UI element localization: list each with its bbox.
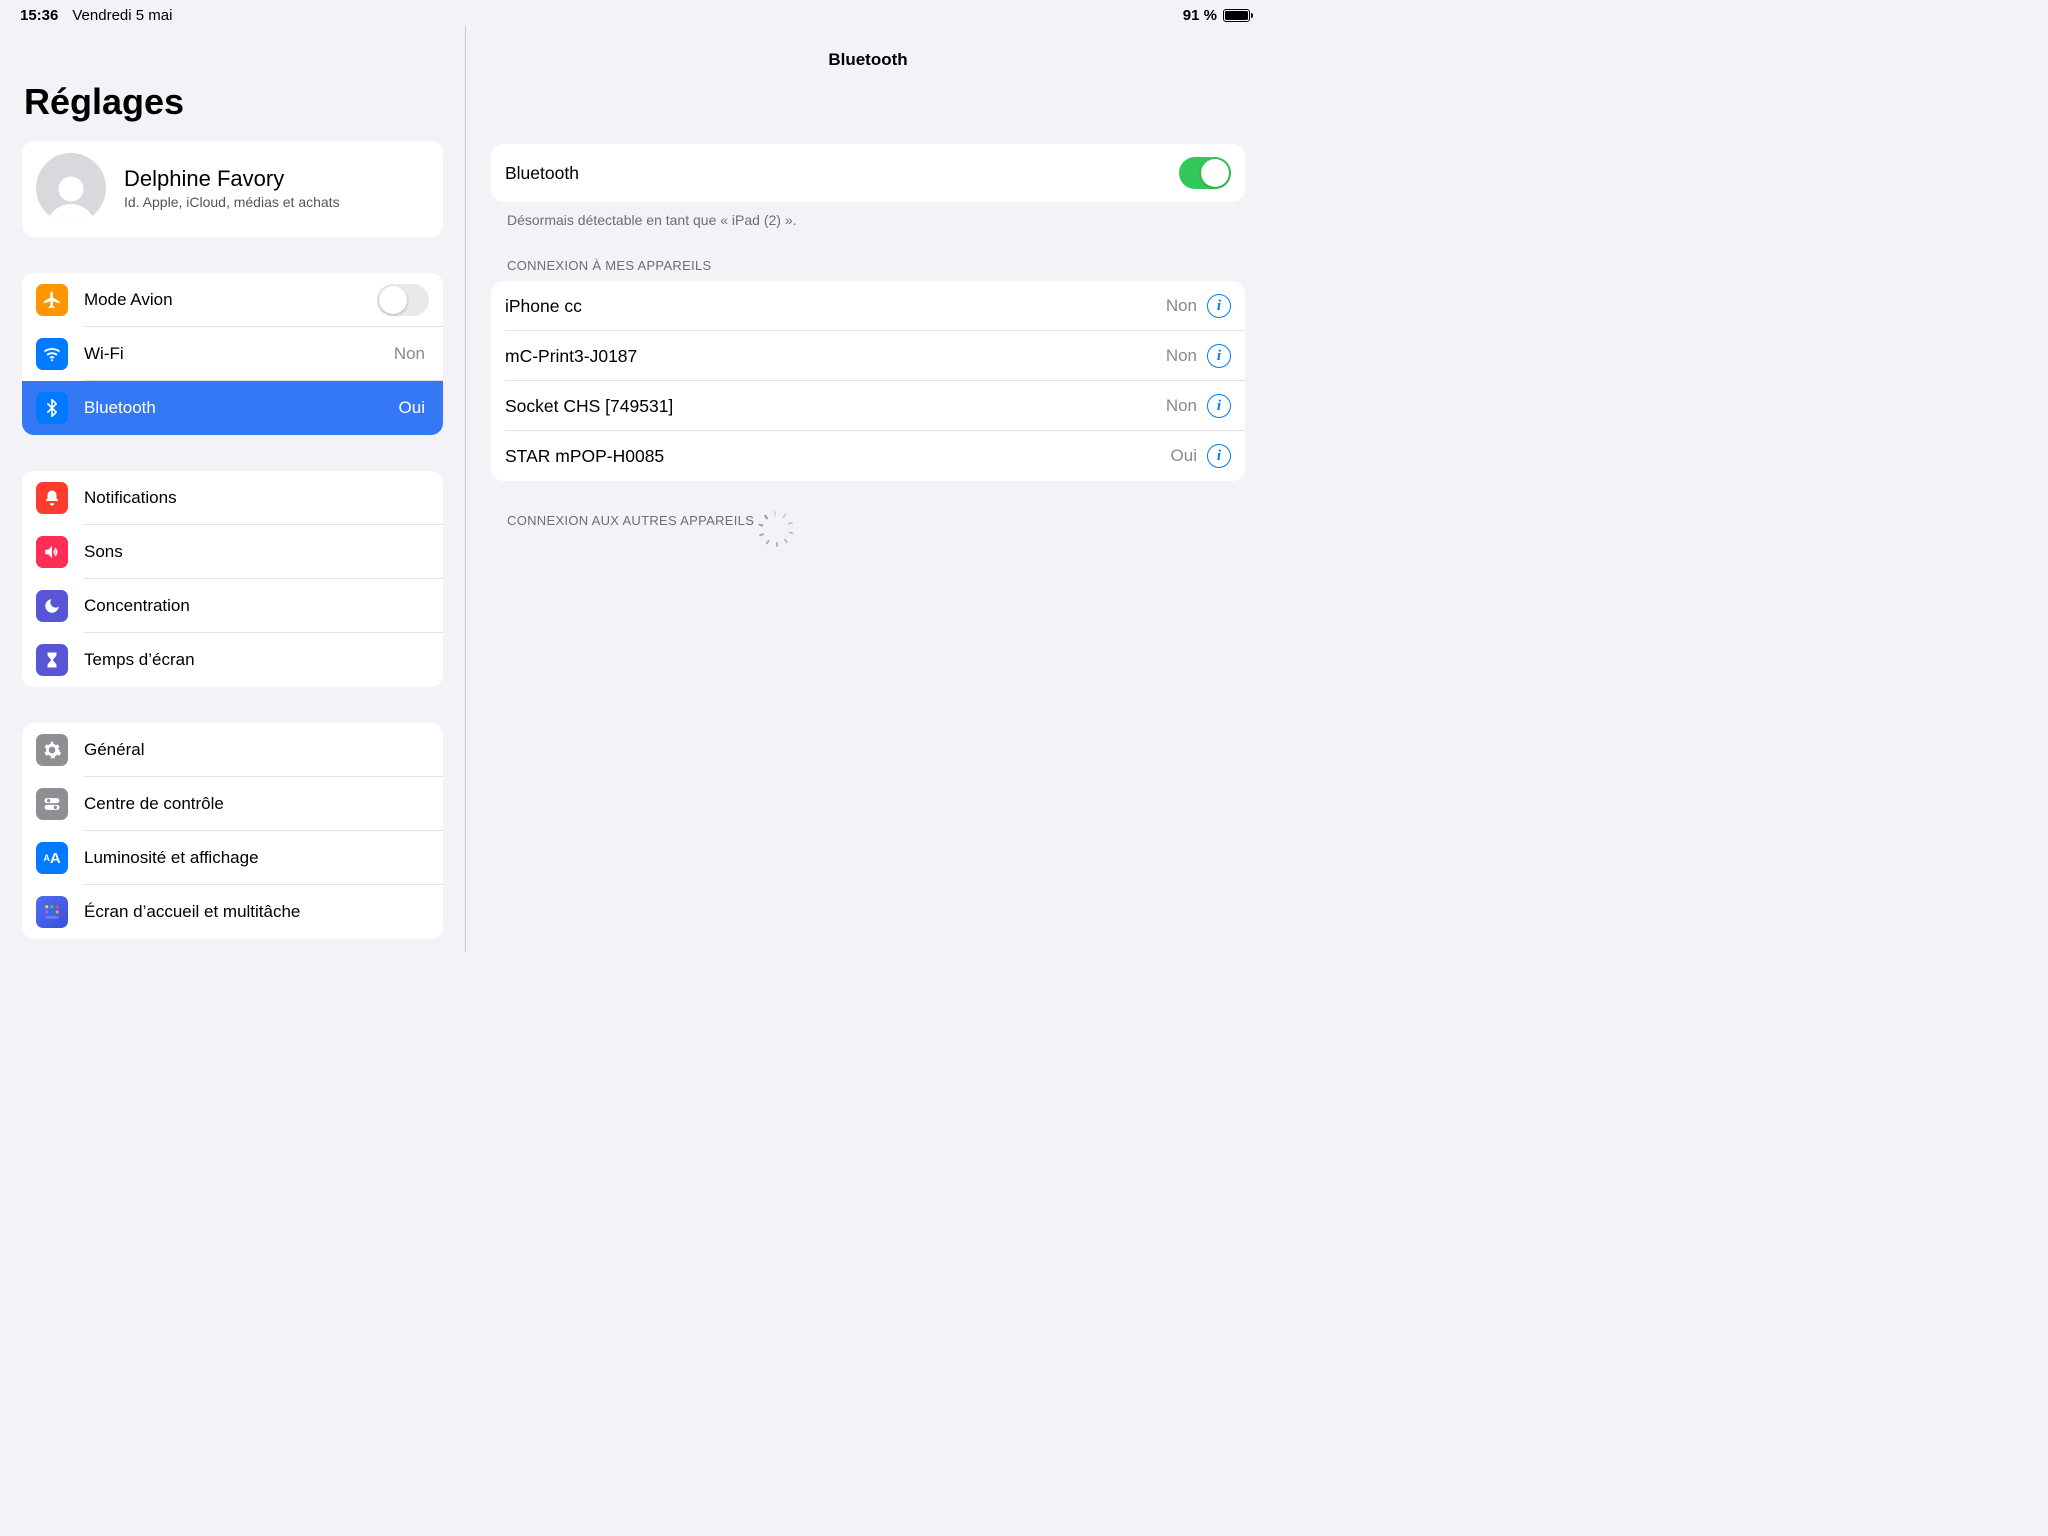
screentime-label: Temps d’écran <box>84 650 429 670</box>
info-icon[interactable]: i <box>1207 294 1231 318</box>
text-size-icon: AA <box>36 842 68 874</box>
hourglass-icon <box>36 644 68 676</box>
wifi-icon <box>36 338 68 370</box>
home-screen-icon <box>36 896 68 928</box>
speaker-icon <box>36 536 68 568</box>
spinner-icon <box>766 511 784 529</box>
sidebar-item-focus[interactable]: Concentration <box>22 579 443 633</box>
info-icon[interactable]: i <box>1207 344 1231 368</box>
sidebar-item-control-center[interactable]: Centre de contrôle <box>22 777 443 831</box>
airplane-icon <box>36 284 68 316</box>
status-bar: 15:36 Vendredi 5 mai 91 % <box>0 0 1270 26</box>
home-label: Écran d’accueil et multitâche <box>84 902 429 922</box>
airplane-label: Mode Avion <box>84 290 377 310</box>
sidebar-item-general[interactable]: Général <box>22 723 443 777</box>
profile-sub: Id. Apple, iCloud, médias et achats <box>124 194 340 210</box>
general-group: Général Centre de contrôle AA Luminosité… <box>22 723 443 939</box>
info-icon[interactable]: i <box>1207 444 1231 468</box>
device-name: iPhone cc <box>505 296 1166 317</box>
alerts-group: Notifications Sons Concentration <box>22 471 443 687</box>
device-status: Oui <box>1171 446 1197 466</box>
discoverable-note: Désormais détectable en tant que « iPad … <box>491 202 1245 228</box>
bluetooth-icon <box>36 392 68 424</box>
bluetooth-switch[interactable] <box>1179 157 1231 189</box>
sidebar-item-airplane[interactable]: Mode Avion <box>22 273 443 327</box>
detail-pane: Bluetooth Bluetooth Désormais détectable… <box>466 26 1270 952</box>
other-devices-header: CONNEXION AUX AUTRES APPAREILS <box>491 511 1245 537</box>
control-label: Centre de contrôle <box>84 794 429 814</box>
settings-sidebar: Réglages Delphine Favory Id. Apple, iClo… <box>0 26 466 952</box>
my-devices-list: iPhone cc Non i mC-Print3-J0187 Non i So… <box>491 281 1245 481</box>
status-date: Vendredi 5 mai <box>72 7 172 24</box>
device-name: Socket CHS [749531] <box>505 396 1166 417</box>
detail-title: Bluetooth <box>491 50 1245 70</box>
profile-card[interactable]: Delphine Favory Id. Apple, iCloud, média… <box>22 141 443 237</box>
other-devices-label: CONNEXION AUX AUTRES APPAREILS <box>507 513 754 528</box>
my-devices-header: CONNEXION À MES APPAREILS <box>491 258 1245 281</box>
sidebar-item-screentime[interactable]: Temps d’écran <box>22 633 443 687</box>
device-name: STAR mPOP-H0085 <box>505 446 1171 467</box>
wifi-label: Wi-Fi <box>84 344 394 364</box>
bell-icon <box>36 482 68 514</box>
device-row[interactable]: mC-Print3-J0187 Non i <box>491 331 1245 381</box>
sidebar-item-wifi[interactable]: Wi-Fi Non <box>22 327 443 381</box>
device-status: Non <box>1166 296 1197 316</box>
device-row[interactable]: STAR mPOP-H0085 Oui i <box>491 431 1245 481</box>
bt-toggle-label: Bluetooth <box>505 163 1179 184</box>
battery-icon <box>1223 9 1250 22</box>
bt-value: Oui <box>399 398 425 418</box>
sidebar-item-home[interactable]: Écran d’accueil et multitâche <box>22 885 443 939</box>
settings-title: Réglages <box>24 81 443 123</box>
battery-percent: 91 % <box>1183 7 1217 24</box>
bt-toggle-card: Bluetooth <box>491 144 1245 202</box>
sidebar-item-bluetooth[interactable]: Bluetooth Oui <box>22 381 443 435</box>
sidebar-item-notifications[interactable]: Notifications <box>22 471 443 525</box>
device-status: Non <box>1166 346 1197 366</box>
device-status: Non <box>1166 396 1197 416</box>
sidebar-item-sounds[interactable]: Sons <box>22 525 443 579</box>
device-row[interactable]: Socket CHS [749531] Non i <box>491 381 1245 431</box>
bt-label: Bluetooth <box>84 398 399 418</box>
moon-icon <box>36 590 68 622</box>
avatar-icon <box>36 153 106 223</box>
notif-label: Notifications <box>84 488 429 508</box>
wifi-value: Non <box>394 344 425 364</box>
sounds-label: Sons <box>84 542 429 562</box>
sidebar-item-display[interactable]: AA Luminosité et affichage <box>22 831 443 885</box>
focus-label: Concentration <box>84 596 429 616</box>
toggles-icon <box>36 788 68 820</box>
display-label: Luminosité et affichage <box>84 848 429 868</box>
profile-name: Delphine Favory <box>124 166 340 192</box>
device-row[interactable]: iPhone cc Non i <box>491 281 1245 331</box>
bt-toggle-row[interactable]: Bluetooth <box>491 144 1245 202</box>
device-name: mC-Print3-J0187 <box>505 346 1166 367</box>
airplane-switch[interactable] <box>377 284 429 316</box>
connectivity-group: Mode Avion Wi-Fi Non Bluetooth Oui <box>22 273 443 435</box>
gear-icon <box>36 734 68 766</box>
info-icon[interactable]: i <box>1207 394 1231 418</box>
general-label: Général <box>84 740 429 760</box>
status-time: 15:36 <box>20 7 58 24</box>
